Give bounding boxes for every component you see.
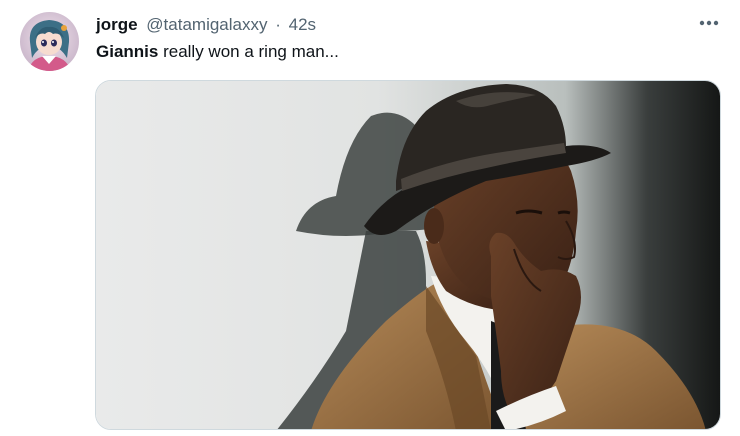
tweet[interactable]: jorge @tatamigalaxxy · 42s Giannis reall… <box>0 0 740 436</box>
author-handle[interactable]: @tatamigalaxxy <box>146 15 267 34</box>
avatar[interactable] <box>20 12 79 71</box>
tweet-header: jorge @tatamigalaxxy · 42s <box>96 14 316 36</box>
more-horizontal-icon[interactable] <box>696 12 722 34</box>
tweet-text: Giannis really won a ring man... <box>96 40 339 64</box>
tweet-text-bold: Giannis <box>96 42 159 61</box>
tweet-photo[interactable] <box>95 80 721 430</box>
tweet-timestamp[interactable]: 42s <box>289 15 316 34</box>
separator-dot: · <box>275 15 281 34</box>
author-name[interactable]: jorge <box>96 15 138 34</box>
tweet-text-rest: really won a ring man... <box>158 42 339 61</box>
